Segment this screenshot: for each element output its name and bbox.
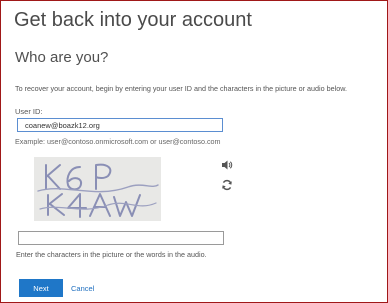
speaker-icon[interactable] <box>221 158 233 170</box>
captcha-hint: Enter the characters in the picture or t… <box>16 250 207 259</box>
refresh-icon[interactable] <box>221 178 233 191</box>
page-title: Get back into your account <box>14 9 252 31</box>
user-id-label: User ID: <box>15 107 43 116</box>
captcha-image <box>34 157 161 221</box>
captcha-input[interactable] <box>18 231 224 245</box>
user-id-example-hint: Example: user@contoso.onmicrosoft.com or… <box>15 137 221 146</box>
cancel-link[interactable]: Cancel <box>71 284 94 293</box>
next-button[interactable]: Next <box>19 279 63 297</box>
instructions-text: To recover your account, begin by enteri… <box>15 84 348 93</box>
captcha-graphic <box>34 157 161 221</box>
page-subtitle: Who are you? <box>15 49 109 66</box>
user-id-input[interactable] <box>17 118 223 132</box>
